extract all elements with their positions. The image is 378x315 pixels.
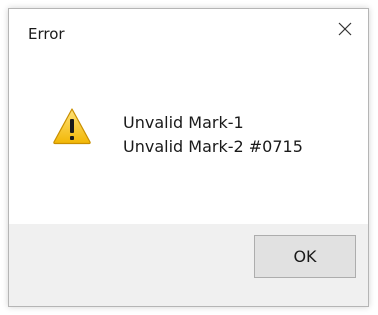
dialog-body: Unvalid Mark-1 Unvalid Mark-2 #0715 [9,45,368,228]
message-line-1: Unvalid Mark-1 [123,113,244,132]
error-message: Unvalid Mark-1 Unvalid Mark-2 #0715 [123,111,303,159]
close-icon [338,22,352,36]
warning-icon [53,108,91,145]
title-bar: Error [9,9,368,45]
error-dialog: Error Unvalid Mark-1 Unvalid Mark-2 #071… [8,8,369,307]
ok-button[interactable]: OK [254,235,356,278]
close-button[interactable] [323,9,368,45]
dialog-footer: OK [9,224,368,306]
dialog-title: Error [28,25,65,43]
message-line-2: Unvalid Mark-2 #0715 [123,137,303,156]
